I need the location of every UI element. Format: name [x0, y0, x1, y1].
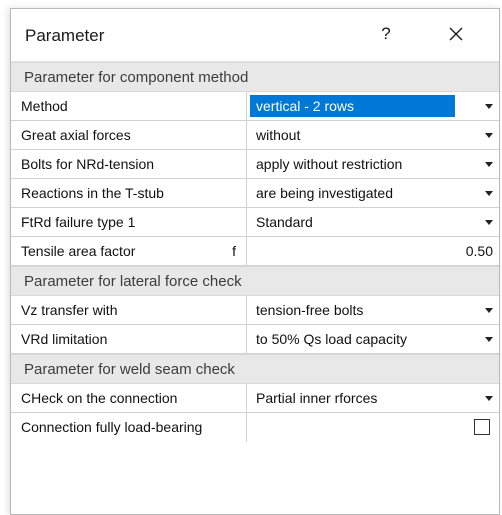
- vz-value: tension-free bolts: [256, 302, 364, 318]
- parameter-dialog: Parameter ? Parameter for component meth…: [10, 8, 500, 515]
- row-vz-transfer: Vz transfer with tension-free bolts: [11, 296, 499, 325]
- axial-forces-value: without: [256, 127, 301, 143]
- fully-load-bearing-checkbox[interactable]: [474, 419, 490, 435]
- section-component-method: Parameter for component method: [11, 62, 499, 92]
- row-tensile-area-factor: Tensile area factor f 0.50: [11, 237, 499, 266]
- chevron-down-icon[interactable]: [485, 396, 493, 401]
- title-bar: Parameter ?: [11, 9, 499, 62]
- vrd-label: VRd limitation: [11, 325, 247, 353]
- method-label: Method: [11, 92, 247, 120]
- chevron-down-icon[interactable]: [485, 162, 493, 167]
- chevron-down-icon[interactable]: [485, 191, 493, 196]
- chevron-down-icon[interactable]: [485, 308, 493, 313]
- chevron-down-icon[interactable]: [485, 104, 493, 109]
- reactions-value: are being investigated: [256, 185, 393, 201]
- chevron-down-icon[interactable]: [485, 133, 493, 138]
- bolts-value: apply without restriction: [256, 156, 403, 172]
- axial-forces-label: Great axial forces: [11, 121, 247, 149]
- chevron-down-icon[interactable]: [485, 337, 493, 342]
- row-fully-load-bearing: Connection fully load-bearing: [11, 413, 499, 442]
- vrd-value: to 50% Qs load capacity: [256, 331, 407, 347]
- tensile-label-text: Tensile area factor: [21, 243, 136, 259]
- fully-cell: [247, 413, 499, 442]
- ftrd-select[interactable]: Standard: [247, 208, 499, 236]
- bolts-select[interactable]: apply without restriction: [247, 150, 499, 178]
- axial-forces-select[interactable]: without: [247, 121, 499, 149]
- row-great-axial-forces: Great axial forces without: [11, 121, 499, 150]
- ftrd-value: Standard: [256, 214, 313, 230]
- tensile-value: 0.50: [465, 243, 493, 259]
- bolts-label: Bolts for NRd-tension: [11, 150, 247, 178]
- row-bolts-nrd-tension: Bolts for NRd-tension apply without rest…: [11, 150, 499, 179]
- reactions-select[interactable]: are being investigated: [247, 179, 499, 207]
- vz-select[interactable]: tension-free bolts: [247, 296, 499, 324]
- section-lateral-force: Parameter for lateral force check: [11, 266, 499, 296]
- row-method: Method vertical - 2 rows: [11, 92, 499, 121]
- help-button[interactable]: ?: [371, 19, 401, 49]
- vrd-select[interactable]: to 50% Qs load capacity: [247, 325, 499, 353]
- reactions-label: Reactions in the T-stub: [11, 179, 247, 207]
- vz-label: Vz transfer with: [11, 296, 247, 324]
- check-label: CHeck on the connection: [11, 384, 247, 412]
- section-weld-seam: Parameter for weld seam check: [11, 354, 499, 384]
- row-check-connection: CHeck on the connection Partial inner rf…: [11, 384, 499, 413]
- dialog-title: Parameter: [25, 26, 105, 45]
- tensile-input[interactable]: 0.50: [247, 237, 499, 265]
- ftrd-label: FtRd failure type 1: [11, 208, 247, 236]
- check-select[interactable]: Partial inner rforces: [247, 384, 499, 412]
- tensile-symbol: f: [232, 243, 236, 259]
- tensile-label: Tensile area factor f: [11, 237, 247, 265]
- close-button[interactable]: [439, 19, 473, 49]
- row-vrd-limitation: VRd limitation to 50% Qs load capacity: [11, 325, 499, 354]
- method-select[interactable]: vertical - 2 rows: [247, 92, 499, 120]
- fully-label: Connection fully load-bearing: [11, 413, 247, 442]
- check-value: Partial inner rforces: [256, 390, 378, 406]
- close-icon: [449, 27, 463, 41]
- row-ftrd-failure: FtRd failure type 1 Standard: [11, 208, 499, 237]
- chevron-down-icon[interactable]: [485, 220, 493, 225]
- row-reactions-t-stub: Reactions in the T-stub are being invest…: [11, 179, 499, 208]
- method-value: vertical - 2 rows: [250, 95, 455, 117]
